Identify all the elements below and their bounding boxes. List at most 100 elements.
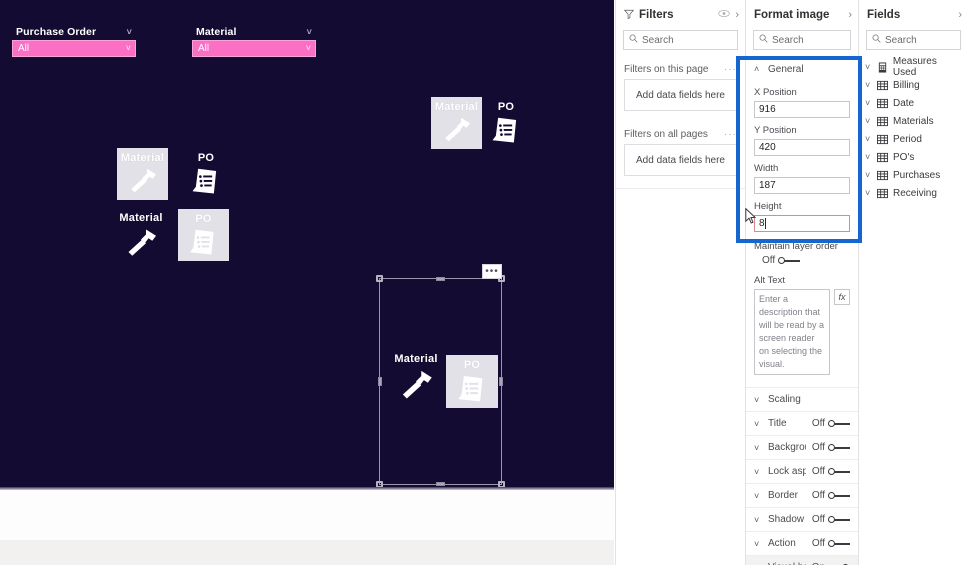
canvas-image-po-2[interactable]: PO	[185, 148, 227, 200]
field-item-receiving[interactable]: ˅ Receiving	[859, 184, 968, 202]
canvas-image-po-3[interactable]: PO	[178, 209, 229, 261]
chevron-down-icon[interactable]: ˅	[127, 27, 132, 37]
selected-visual-material-image[interactable]: Material	[385, 349, 447, 407]
section-toggle[interactable]: Off	[812, 538, 850, 549]
slicer-material-dropdown[interactable]: All ˅	[192, 40, 316, 57]
section-toggle[interactable]: Off	[812, 466, 850, 477]
section-shadow[interactable]: ˅ Shadow Off	[746, 507, 858, 531]
chevron-down-icon[interactable]: ˅	[865, 98, 872, 108]
maintain-layer-order-toggle[interactable]: Off	[754, 255, 850, 266]
section-menu-icon[interactable]: ···	[724, 129, 737, 140]
y-position-input[interactable]: 420	[754, 139, 850, 156]
chevron-down-icon[interactable]: ˅	[126, 44, 131, 53]
section-toggle[interactable]: Off	[812, 442, 850, 453]
field-label: Period	[893, 133, 922, 145]
alt-text-label: Alt Text	[754, 275, 785, 286]
section-visual-header[interactable]: ˅ Visual he... On	[746, 555, 858, 565]
toggle-switch[interactable]	[828, 467, 850, 476]
filters-on-this-page-dropzone[interactable]: Add data fields here	[624, 79, 737, 111]
canvas-image-material-2[interactable]: Material	[117, 148, 168, 200]
section-lock-aspect[interactable]: ˅ Lock aspe... Off	[746, 459, 858, 483]
chevron-down-icon[interactable]: ˅	[865, 62, 872, 72]
section-label: Action	[768, 538, 796, 550]
section-label: Backgrou...	[768, 442, 806, 454]
selected-visual-po-image[interactable]: PO	[446, 355, 498, 408]
resize-handle-e[interactable]	[499, 376, 503, 386]
format-image-pane: Format image › Search ˄ General X Positi…	[745, 0, 858, 565]
toggle-switch[interactable]	[828, 419, 850, 428]
section-toggle[interactable]: Off	[812, 514, 850, 525]
toggle-state-label: Off	[762, 255, 776, 266]
filters-pane-header: Filters ›	[616, 0, 745, 30]
toggle-switch[interactable]	[828, 443, 850, 452]
chevron-down-icon[interactable]: ˅	[865, 152, 872, 162]
image-content: PO	[485, 97, 527, 149]
table-icon	[877, 98, 888, 109]
slicer-material[interactable]: Material ˅ All ˅	[192, 26, 316, 57]
section-menu-icon[interactable]: ···	[724, 64, 737, 75]
filters-on-all-pages-dropzone[interactable]: Add data fields here	[624, 144, 737, 176]
height-input[interactable]: 8	[754, 215, 850, 232]
field-item-period[interactable]: ˅ Period	[859, 130, 968, 148]
chevron-down-icon[interactable]: ˅	[865, 80, 872, 90]
x-position-input[interactable]: 916	[754, 101, 850, 118]
section-toggle[interactable]: Off	[812, 418, 850, 429]
x-position-label: X Position	[754, 87, 797, 98]
chevron-down-icon[interactable]: ˅	[865, 188, 872, 198]
field-item-pos[interactable]: ˅ PO's	[859, 148, 968, 166]
clipboard-icon	[185, 162, 227, 198]
general-section-header[interactable]: ˄ General	[746, 58, 858, 80]
filters-pane-title: Filters	[639, 9, 674, 21]
selected-visual-frame[interactable]: Material PO	[376, 275, 505, 488]
chevron-right-icon[interactable]: ›	[848, 9, 852, 21]
toggle-switch[interactable]	[828, 539, 850, 548]
section-toggle[interactable]: Off	[812, 490, 850, 501]
resize-handle-nw[interactable]	[376, 275, 383, 282]
section-title[interactable]: ˅ Title Off	[746, 411, 858, 435]
slicer-purchase-order-title: Purchase Order	[16, 26, 97, 38]
slicer-purchase-order[interactable]: Purchase Order ˅ All ˅	[12, 26, 136, 57]
text-caret	[764, 218, 766, 229]
field-item-materials[interactable]: ˅ Materials	[859, 112, 968, 130]
format-search-input[interactable]: Search	[753, 30, 851, 50]
width-input[interactable]: 187	[754, 177, 850, 194]
chevron-right-icon[interactable]: ›	[735, 9, 739, 21]
field-item-measures-used[interactable]: ˅ Measures Used	[859, 56, 968, 78]
chevron-down-icon[interactable]: ˅	[865, 170, 872, 180]
section-action[interactable]: ˅ Action Off	[746, 531, 858, 555]
filters-search-placeholder: Search	[642, 34, 674, 46]
toggle-state-label: Off	[811, 490, 825, 502]
chevron-down-icon[interactable]: ˅	[307, 27, 312, 37]
maintain-layer-order-group: Maintain layer order Off	[746, 241, 858, 266]
chevron-down-icon[interactable]: ˅	[306, 44, 311, 53]
toggle-switch[interactable]	[828, 491, 850, 500]
table-icon	[877, 152, 888, 163]
chevron-down-icon[interactable]: ˅	[865, 116, 872, 126]
canvas-image-material-1[interactable]: Material	[431, 97, 482, 149]
field-item-purchases[interactable]: ˅ Purchases	[859, 166, 968, 184]
section-background[interactable]: ˅ Backgrou... Off	[746, 435, 858, 459]
chevron-down-icon[interactable]: ˅	[865, 134, 872, 144]
eye-icon[interactable]	[718, 9, 730, 21]
resize-handle-s[interactable]	[435, 482, 445, 486]
toggle-switch[interactable]	[828, 515, 850, 524]
filters-search-input[interactable]: Search	[623, 30, 738, 50]
field-item-billing[interactable]: ˅ Billing	[859, 76, 968, 94]
section-border[interactable]: ˅ Border Off	[746, 483, 858, 507]
chevron-right-icon[interactable]: ›	[958, 9, 962, 21]
alt-text-input[interactable]: Enter a description that will be read by…	[754, 289, 830, 376]
format-search-placeholder: Search	[772, 34, 804, 46]
report-page[interactable]: Purchase Order ˅ All ˅ Material ˅ All ˅	[0, 0, 614, 488]
field-item-date[interactable]: ˅ Date	[859, 94, 968, 112]
fields-pane-header: Fields ›	[859, 0, 968, 30]
fields-search-input[interactable]: Search	[866, 30, 961, 50]
canvas-image-po-1[interactable]: PO	[485, 97, 527, 149]
toggle-switch[interactable]	[778, 256, 801, 265]
fx-button[interactable]: fx	[834, 289, 850, 305]
slicer-purchase-order-dropdown[interactable]: All ˅	[12, 40, 136, 57]
section-scaling[interactable]: ˅ Scaling	[746, 387, 858, 411]
visual-more-options-button[interactable]: •••	[482, 264, 502, 279]
resize-handle-n[interactable]	[435, 277, 445, 281]
canvas-image-material-3[interactable]: Material	[110, 208, 172, 264]
resize-handle-w[interactable]	[378, 376, 382, 386]
